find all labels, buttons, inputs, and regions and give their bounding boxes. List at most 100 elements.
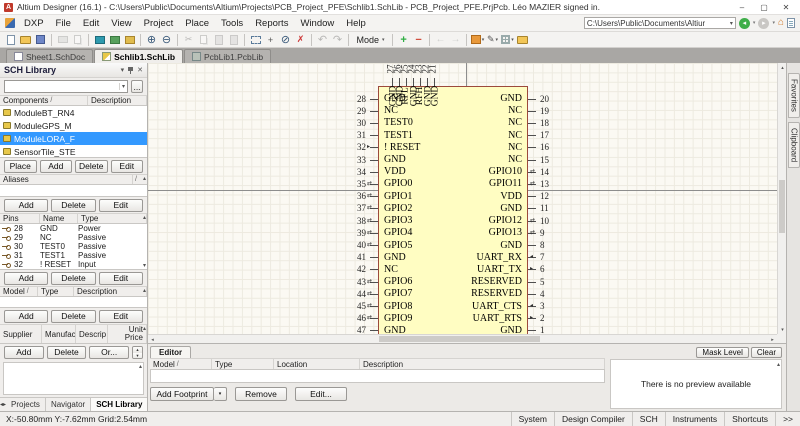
pin-number[interactable]: 38	[338, 216, 366, 226]
pin-number[interactable]: 29	[338, 106, 366, 116]
pin-stub[interactable]	[370, 147, 378, 148]
chevron-down-icon[interactable]: ▾	[772, 20, 775, 26]
storage-path-combo[interactable]: C:\Users\Public\Documents\Altiur ▾	[584, 17, 736, 29]
pin-number[interactable]: 15	[540, 155, 549, 165]
component-edit-button[interactable]: Edit	[111, 160, 144, 173]
new-document-icon[interactable]	[4, 33, 18, 46]
pin-stub[interactable]	[370, 111, 378, 112]
deselect-icon[interactable]: ⊘	[279, 33, 293, 46]
horizontal-scrollbar[interactable]: ◂ ▸	[148, 334, 777, 343]
alias-edit-button[interactable]: Edit	[99, 199, 143, 212]
pin-stub[interactable]	[528, 282, 536, 283]
model-list[interactable]	[0, 297, 147, 308]
pin-name[interactable]: VDD	[384, 166, 406, 177]
menu-item-help[interactable]: Help	[340, 16, 372, 31]
model-add-button[interactable]: Add	[4, 310, 48, 323]
model-edit-button[interactable]: Edit	[99, 310, 143, 323]
pin-name[interactable]: RESERVED	[408, 276, 522, 287]
pin-number[interactable]: 40	[338, 240, 366, 250]
pin-number[interactable]: 43	[338, 277, 366, 287]
pin-name[interactable]: NC	[408, 130, 522, 141]
pin-number[interactable]: 2	[540, 313, 545, 323]
pin-name[interactable]: GPIO13	[408, 227, 522, 238]
menu-item-tools[interactable]: Tools	[215, 16, 249, 31]
pin-number[interactable]: 44	[338, 289, 366, 299]
scroll-left-icon[interactable]: ◂	[148, 335, 157, 343]
scroll-up-icon[interactable]: ▴	[778, 63, 786, 72]
pin-name[interactable]: UART_RX	[408, 252, 522, 263]
footprint-table-header[interactable]: Model/ Type Location Description	[150, 358, 605, 370]
pin-number[interactable]: 33	[338, 155, 366, 165]
status-button-system[interactable]: System	[511, 412, 554, 426]
grid-icon[interactable]: ▾	[501, 33, 515, 46]
pin-stub[interactable]	[370, 135, 378, 136]
chevron-down-icon[interactable]: ▾	[119, 83, 127, 90]
pin-stub[interactable]	[528, 196, 536, 197]
pin-number[interactable]: 45	[338, 301, 366, 311]
zoom-out-icon[interactable]: ⊖	[160, 33, 174, 46]
document-tab-pcblib1.pcblib[interactable]: PcbLib1.PcbLib	[184, 49, 271, 63]
minimize-button[interactable]: –	[732, 3, 752, 12]
pin-number[interactable]: 20	[540, 94, 549, 104]
add-mode-icon[interactable]: +	[397, 33, 411, 46]
browse-button[interactable]: ...	[131, 80, 143, 93]
scroll-down-icon[interactable]: ▾	[778, 325, 786, 334]
component-list-item[interactable]: ModuleLORA_F	[0, 132, 147, 145]
pin-number[interactable]: 4	[540, 289, 545, 299]
menu-item-place[interactable]: Place	[179, 16, 215, 31]
move-icon[interactable]: +	[264, 33, 278, 46]
supplier-add-button[interactable]: Add	[4, 346, 44, 359]
pin-number[interactable]: 16	[540, 142, 549, 152]
pins-header[interactable]: Pins Name Type ▴	[0, 213, 147, 224]
component-list-item[interactable]: ModuleGPS_M	[0, 119, 147, 132]
browse-library-icon[interactable]	[516, 33, 530, 46]
chevron-down-icon[interactable]: ▾	[730, 20, 733, 27]
zoom-in-icon[interactable]: ⊕	[145, 33, 159, 46]
pin-name[interactable]: NC	[384, 264, 398, 275]
component-list-item[interactable]: SensorTile_STE	[0, 145, 147, 158]
side-tab-clipboard[interactable]: Clipboard	[788, 122, 800, 168]
menu-item-view[interactable]: View	[105, 16, 137, 31]
pin-name[interactable]: GND	[408, 240, 522, 251]
pin-number[interactable]: 12	[540, 191, 549, 201]
select-region-icon[interactable]	[249, 33, 263, 46]
pin-table-row[interactable]: 30TEST0Passive	[0, 242, 147, 251]
pin-stub[interactable]	[370, 123, 378, 124]
pin-number[interactable]: 6	[540, 264, 545, 274]
chevron-down-icon[interactable]: ▾	[214, 387, 227, 401]
side-tab-favorites[interactable]: Favorites	[788, 73, 800, 118]
pin-name[interactable]: NC	[408, 142, 522, 153]
status-button-[interactable]: >>	[775, 412, 800, 426]
clear-filter-icon[interactable]: ✗	[294, 33, 308, 46]
pin-stub[interactable]	[528, 147, 536, 148]
scroll-up-icon[interactable]: ▴	[143, 175, 146, 182]
pin-table-row[interactable]: 29NCPassive	[0, 233, 147, 242]
pin-name[interactable]: GND	[430, 86, 440, 107]
pin-name[interactable]: GPIO12	[408, 215, 522, 226]
editor-tab[interactable]: Editor	[150, 346, 191, 358]
pin-stub[interactable]	[528, 160, 536, 161]
menu-item-dxp[interactable]: DXP	[18, 16, 50, 31]
scroll-up-icon[interactable]: ▴	[143, 287, 146, 294]
close-button[interactable]: ✕	[776, 3, 796, 12]
aliases-list[interactable]	[0, 185, 147, 197]
pin-name[interactable]: NC	[408, 117, 522, 128]
alias-delete-button[interactable]: Delete	[51, 199, 95, 212]
menu-item-reports[interactable]: Reports	[249, 16, 294, 31]
pin-stub[interactable]	[528, 99, 536, 100]
pin-number[interactable]: 32	[338, 142, 366, 152]
pin-number[interactable]: 17	[540, 130, 549, 140]
edit-button[interactable]: Edit...	[295, 387, 347, 401]
vertical-scroll-thumb[interactable]	[779, 180, 785, 233]
pin-number[interactable]: 11	[540, 203, 549, 213]
alias-add-button[interactable]: Add	[4, 199, 48, 212]
component-place-button[interactable]: Place	[4, 160, 37, 173]
pin-delete-button[interactable]: Delete	[51, 272, 95, 285]
pin-number[interactable]: 8	[540, 240, 545, 250]
pin-stub[interactable]	[528, 208, 536, 209]
clear-button[interactable]: Clear	[751, 347, 782, 358]
pin-name[interactable]: GPIO11	[408, 178, 522, 189]
add-footprint-button[interactable]: Add Footprint	[150, 387, 214, 401]
remove-mode-icon[interactable]: −	[412, 33, 426, 46]
pin-stub[interactable]	[528, 111, 536, 112]
